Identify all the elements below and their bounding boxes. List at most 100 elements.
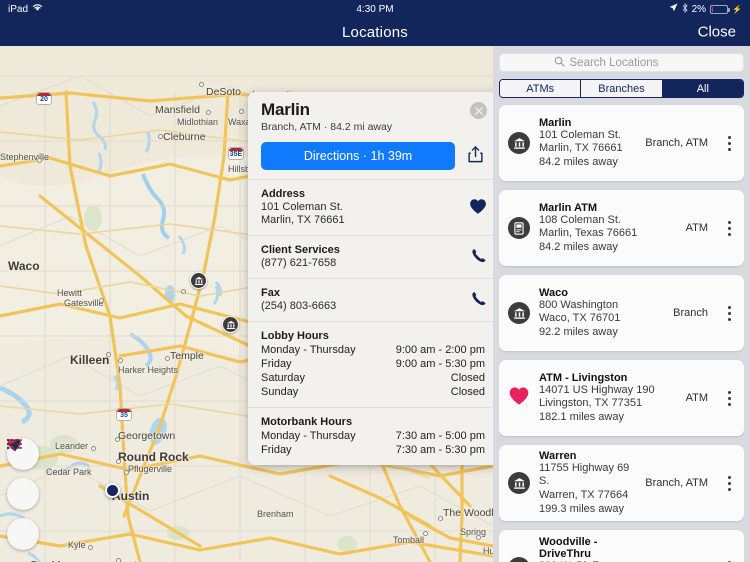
location-type-label: Branch bbox=[673, 307, 708, 320]
hours-day-label: Friday bbox=[261, 358, 292, 370]
location-list-item[interactable]: Marlin ATM 108 Coleman St. Marlin, Texas 7… bbox=[499, 190, 744, 267]
map-city-dot bbox=[116, 558, 121, 562]
client-services-phone: (877) 621-7658 bbox=[261, 257, 337, 269]
hours-row: Saturday Closed bbox=[261, 372, 485, 384]
location-name: Marlin bbox=[539, 116, 572, 129]
location-distance: 182.1 miles away bbox=[539, 411, 624, 424]
map-city-dot bbox=[206, 110, 211, 115]
address-heading: Address bbox=[261, 188, 306, 200]
highway-shield-label: 35E bbox=[229, 151, 243, 158]
search-input[interactable] bbox=[569, 56, 690, 69]
favorite-button[interactable] bbox=[469, 198, 487, 218]
directions-button[interactable]: Directions · 1h 39m bbox=[261, 142, 455, 170]
bank-icon bbox=[508, 132, 530, 155]
highway-shield-icon: 20 bbox=[36, 92, 52, 105]
fax-heading: Fax bbox=[261, 287, 280, 299]
status-bar-right: 2% ⚡ bbox=[669, 2, 742, 16]
share-icon bbox=[467, 146, 483, 166]
location-address-line-2: Marlin, Texas 76661 bbox=[539, 227, 638, 240]
filter-segment-all[interactable]: All bbox=[662, 80, 743, 98]
map-pin-waco[interactable] bbox=[190, 272, 207, 289]
status-bar: iPad 4:30 PM 2% ⚡ bbox=[0, 0, 750, 18]
page-title: Locations bbox=[341, 23, 408, 41]
location-list-item[interactable]: Waco 800 Washington Waco, TX 76701 92.2 mil… bbox=[499, 275, 744, 352]
map-city-dot bbox=[88, 545, 93, 550]
map-city-dot bbox=[91, 446, 96, 451]
map-city-dot bbox=[158, 134, 163, 139]
more-vertical-icon[interactable] bbox=[722, 475, 736, 491]
call-client-services-button[interactable] bbox=[471, 248, 487, 267]
heart-icon bbox=[508, 386, 530, 411]
location-name: ATM - Livingston bbox=[539, 371, 628, 384]
detail-close-button[interactable] bbox=[470, 102, 487, 119]
hours-time-value: 7:30 am - 5:00 pm bbox=[395, 430, 485, 442]
address-line-2: Marlin, TX 76661 bbox=[261, 214, 345, 226]
hours-time-value: 9:00 am - 2:00 pm bbox=[395, 344, 485, 356]
hours-time-value: Closed bbox=[450, 386, 485, 398]
hours-row: Sunday Closed bbox=[261, 386, 485, 398]
highway-shield-label: 20 bbox=[40, 96, 48, 103]
fax-number: (254) 803-6663 bbox=[261, 300, 337, 312]
location-list-item[interactable]: ATM - Livingston 14071 US Highway 190 Livi… bbox=[499, 360, 744, 437]
highway-shield-icon: 35E bbox=[228, 147, 244, 160]
detail-client-services-section: Client Services (877) 621-7658 bbox=[248, 236, 498, 279]
map-city-dot bbox=[37, 158, 42, 163]
navigation-bar: Locations Close bbox=[0, 18, 750, 46]
hours-day-label: Monday - Thursday bbox=[261, 430, 356, 442]
location-detail-panel: Marlin Branch, ATM · 84.2 mi away Direct… bbox=[248, 92, 498, 465]
hours-day-label: Monday - Thursday bbox=[261, 344, 356, 356]
hours-row: Monday - Thursday 7:30 am - 5:00 pm bbox=[261, 430, 485, 442]
more-vertical-icon[interactable] bbox=[722, 305, 736, 321]
bank-icon bbox=[508, 302, 530, 325]
more-vertical-icon[interactable] bbox=[722, 220, 736, 236]
map-city-dot bbox=[239, 109, 244, 114]
location-type-icon-wrap bbox=[507, 386, 531, 411]
motorbank-hours-rows: Monday - Thursday 7:30 am - 5:00 pm Friday… bbox=[261, 430, 485, 456]
highway-shield-icon: 35 bbox=[116, 408, 132, 421]
map-city-dot bbox=[165, 356, 170, 361]
bank-icon bbox=[508, 557, 530, 562]
lobby-hours-rows: Monday - Thursday 9:00 am - 2:00 pm Friday… bbox=[261, 344, 485, 398]
map-city-dot bbox=[99, 298, 104, 303]
location-info: Marlin 101 Coleman St. Marlin, TX 76661 84.… bbox=[539, 117, 631, 170]
detail-motorbank-hours-section: Motorbank Hours Monday - Thursday 7:30 am… bbox=[248, 408, 498, 465]
more-vertical-icon[interactable] bbox=[722, 135, 736, 151]
location-address-line-1: 14071 US Highway 190 bbox=[539, 383, 655, 396]
location-name: Waco bbox=[539, 286, 568, 299]
location-address-line-1: 108 Coleman St. bbox=[539, 213, 621, 226]
location-type-label: ATM bbox=[685, 392, 708, 405]
location-address-line-1: 101 Coleman St. bbox=[539, 128, 621, 141]
location-address-line-2: Waco, TX 76701 bbox=[539, 312, 621, 325]
location-address-line-2: Marlin, TX 76661 bbox=[539, 142, 623, 155]
map-locate-me-button[interactable] bbox=[7, 439, 39, 510]
location-address-line-1: 800 Washington bbox=[539, 298, 619, 311]
location-list-item[interactable]: Warren 11755 Highway 69 S. Warren, TX 7766… bbox=[499, 445, 744, 522]
search-icon bbox=[554, 54, 565, 72]
status-bar-time: 4:30 PM bbox=[356, 3, 394, 15]
map-city-dot bbox=[118, 358, 123, 363]
search-bar[interactable] bbox=[499, 53, 744, 73]
call-fax-button[interactable] bbox=[471, 291, 487, 310]
location-list-item[interactable]: Marlin 101 Coleman St. Marlin, TX 76661 84.… bbox=[499, 105, 744, 182]
locations-list[interactable]: Marlin 101 Coleman St. Marlin, TX 76661 84.… bbox=[499, 105, 744, 562]
map-city-dot bbox=[438, 516, 443, 521]
map-list-button[interactable] bbox=[7, 438, 39, 550]
map-city-dot bbox=[116, 459, 121, 464]
location-type-icon-wrap bbox=[507, 132, 531, 155]
client-services-heading: Client Services bbox=[261, 244, 340, 256]
filter-segment-branches[interactable]: Branches bbox=[581, 80, 663, 98]
location-list-item[interactable]: Woodville - DriveThru309 W. BluffWoodvil… bbox=[499, 530, 744, 562]
more-vertical-icon[interactable] bbox=[722, 390, 736, 406]
detail-title: Marlin bbox=[261, 100, 310, 119]
map-pin-marlin[interactable] bbox=[222, 316, 239, 333]
location-name: Warren bbox=[539, 449, 577, 462]
address-line-1: 101 Coleman St. bbox=[261, 201, 343, 213]
location-type-icon-wrap bbox=[507, 557, 531, 562]
close-button[interactable]: Close bbox=[698, 24, 736, 41]
share-button[interactable] bbox=[465, 146, 485, 166]
map-city-dot bbox=[106, 352, 111, 357]
filter-segment-atms[interactable]: ATMs bbox=[500, 80, 582, 98]
location-arrow-icon bbox=[669, 3, 678, 15]
hours-day-label: Sunday bbox=[261, 386, 299, 398]
location-info: ATM - Livingston 14071 US Highway 190 Livi… bbox=[539, 372, 672, 425]
